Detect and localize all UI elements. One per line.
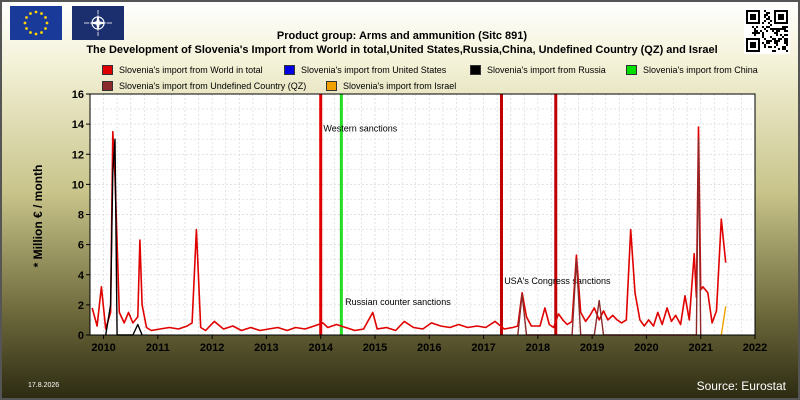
y-tick-label: 0: [78, 330, 84, 342]
y-tick-label: 14: [72, 119, 85, 131]
x-tick-label: 2011: [146, 342, 170, 354]
y-tick-label: 8: [78, 210, 84, 222]
x-tick-label: 2012: [200, 342, 224, 354]
y-tick-label: 6: [78, 240, 84, 252]
y-tick-label: 10: [72, 179, 84, 191]
x-tick-label: 2017: [471, 342, 495, 354]
chart-area: Western sanctions Russian counter sanctio…: [72, 89, 767, 354]
event-annotation: Russian counter sanctions: [345, 297, 451, 307]
x-tick-label: 2014: [308, 342, 333, 354]
x-tick-label: 2019: [580, 342, 604, 354]
event-annotation: Western sanctions: [323, 124, 397, 134]
x-tick-label: 2018: [526, 342, 550, 354]
x-tick-label: 2016: [417, 342, 441, 354]
date-stamp: 17.8.2026: [28, 382, 60, 389]
y-tick-label: 16: [72, 89, 84, 101]
event-annotation: USA's Congress sanctions: [504, 276, 611, 286]
x-tick-label: 2013: [254, 342, 278, 354]
y-tick-label: 2: [78, 300, 84, 312]
x-tick-label: 2015: [363, 342, 387, 354]
x-tick-label: 2021: [688, 342, 712, 354]
x-tick-label: 2020: [634, 342, 658, 354]
x-tick-label: 2022: [743, 342, 767, 354]
chart-frame: Product group: Arms and ammunition (Sitc…: [0, 0, 800, 400]
x-tick-label: 2010: [91, 342, 115, 354]
source-label: Source: Eurostat: [696, 379, 786, 393]
y-tick-label: 12: [72, 149, 84, 161]
y-tick-label: 4: [78, 270, 85, 282]
